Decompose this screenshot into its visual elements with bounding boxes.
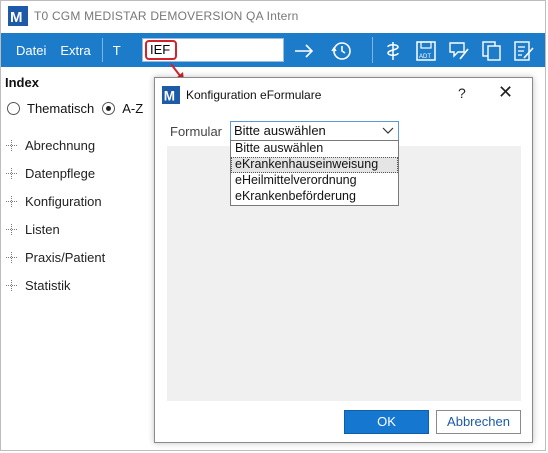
- formular-label: Formular: [170, 124, 223, 139]
- dropdown-option[interactable]: eHeilmittelverordnung: [231, 173, 398, 189]
- expand-icon[interactable]: [6, 251, 17, 263]
- expand-icon[interactable]: [6, 195, 17, 207]
- tree-item-abrechnung[interactable]: Abrechnung: [6, 131, 105, 159]
- konfiguration-dialog: M Konfiguration eFormulare ? ✕ Formular …: [154, 77, 533, 443]
- tree-item-label: Statistik: [25, 277, 71, 293]
- formular-select[interactable]: Bitte auswählen: [230, 121, 399, 141]
- svg-text:ADT: ADT: [419, 54, 431, 60]
- radio-a-z-label: A-Z: [122, 101, 144, 116]
- tree-item-label: Abrechnung: [25, 137, 96, 153]
- tree-item-datenpflege[interactable]: Datenpflege: [6, 159, 105, 187]
- index-mode-radios: Thematisch A-Z: [7, 101, 143, 116]
- tree-item-statistik[interactable]: Statistik: [6, 271, 105, 299]
- medistar-logo-icon: M: [162, 85, 180, 104]
- formular-select-value: Bitte auswählen: [234, 123, 326, 138]
- tree-item-listen[interactable]: Listen: [6, 215, 105, 243]
- app-title: T0 CGM MEDISTAR DEMOVERSION QA Intern: [34, 9, 299, 23]
- adt-save-icon[interactable]: ADT: [414, 39, 438, 63]
- expand-icon[interactable]: [6, 167, 17, 179]
- toolbar-divider: [372, 37, 373, 63]
- dialog-title-bar: M Konfiguration eFormulare: [155, 78, 532, 111]
- dropdown-option[interactable]: eKrankenhauseinweisung: [231, 157, 398, 173]
- menu-datei[interactable]: Datei: [9, 43, 53, 58]
- index-heading: Index: [5, 75, 39, 90]
- expand-icon[interactable]: [6, 139, 17, 151]
- tree-item-label: Listen: [25, 221, 60, 237]
- command-input[interactable]: IEF: [142, 38, 284, 62]
- radio-thematisch[interactable]: [7, 102, 20, 115]
- tree-item-konfiguration[interactable]: Konfiguration: [6, 187, 105, 215]
- cancel-button[interactable]: Abbrechen: [436, 410, 521, 434]
- caduceus-icon[interactable]: [381, 39, 405, 63]
- radio-a-z[interactable]: [102, 102, 116, 115]
- svg-text:M: M: [10, 9, 23, 26]
- tree-item-label: Praxis/Patient: [25, 249, 106, 265]
- toolbar-t-label: T: [112, 42, 121, 58]
- expand-icon[interactable]: [6, 279, 17, 291]
- ok-button[interactable]: OK: [344, 410, 429, 434]
- menu-extra[interactable]: Extra: [53, 43, 97, 58]
- radio-thematisch-label: Thematisch: [27, 101, 95, 116]
- form-pen-icon[interactable]: [447, 39, 471, 63]
- dropdown-option[interactable]: Bitte auswählen: [231, 141, 398, 157]
- tree-item-label: Datenpflege: [25, 165, 96, 181]
- tree-item-label: Konfiguration: [25, 193, 102, 209]
- toolbar-divider: [101, 38, 103, 62]
- close-button[interactable]: ✕: [498, 82, 513, 103]
- documents-icon[interactable]: [480, 39, 504, 63]
- history-icon[interactable]: [329, 39, 353, 63]
- command-input-value: IEF: [145, 40, 177, 60]
- formular-dropdown-list: Bitte auswählen eKrankenhauseinweisung e…: [230, 140, 399, 206]
- tree-item-praxis-patient[interactable]: Praxis/Patient: [6, 243, 105, 271]
- title-bar: M T0 CGM MEDISTAR DEMOVERSION QA Intern: [1, 1, 545, 31]
- arrow-right-icon[interactable]: [292, 39, 316, 63]
- medistar-logo-icon: M: [8, 6, 28, 26]
- dropdown-option[interactable]: eKrankenbeförderung: [231, 189, 398, 205]
- dialog-title: Konfiguration eFormulare: [186, 87, 322, 102]
- edit-list-icon[interactable]: [512, 39, 536, 63]
- help-button[interactable]: ?: [458, 85, 466, 101]
- index-tree: Abrechnung Datenpflege Konfiguration Lis…: [6, 131, 105, 299]
- svg-text:M: M: [164, 88, 175, 103]
- expand-icon[interactable]: [6, 223, 17, 235]
- chevron-down-icon: [382, 127, 394, 134]
